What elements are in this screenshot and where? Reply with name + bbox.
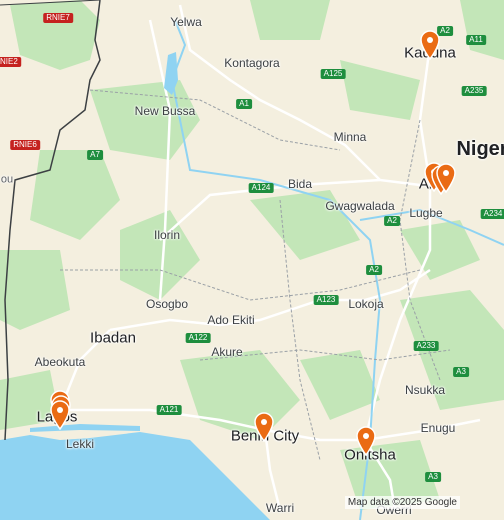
country-label-nigeria: Niger [456, 138, 504, 160]
ocean [0, 432, 270, 520]
place-label-bida: Bida [287, 177, 313, 191]
place-label-osogbo: Osogbo [145, 297, 189, 311]
location-marker-lagos-3[interactable] [49, 400, 71, 430]
place-label-yelwa: Yelwa [170, 15, 202, 29]
place-label-enugu: Enugu [420, 421, 456, 435]
road-shield-a2-mid: A2 [366, 265, 382, 275]
road-shield-rnie7: RNIE7 [43, 13, 73, 23]
road-shield-a124: A124 [248, 183, 274, 193]
location-marker-kaduna[interactable] [419, 30, 441, 60]
place-label-gwagwalada: Gwagwalada [325, 199, 395, 213]
map-canvas[interactable]: Yelwa Kontagora New Bussa Kaduna Minna N… [0, 0, 504, 520]
place-label-warri: Warri [265, 501, 295, 515]
place-label-abeokuta: Abeokuta [34, 355, 86, 369]
place-label-kontagora: Kontagora [224, 56, 280, 70]
road-shield-a121: A121 [156, 405, 182, 415]
place-label-lokoja: Lokoja [348, 297, 384, 311]
place-label-edge-ou: ou [0, 173, 14, 186]
road-shield-a122: A122 [185, 333, 211, 343]
road-shield-rnie2: RNIE2 [0, 57, 21, 67]
road-shield-a123: A123 [313, 295, 339, 305]
road-shield-a234: A234 [480, 209, 504, 219]
place-label-new-bussa: New Bussa [134, 104, 196, 118]
place-label-ibadan: Ibadan [90, 329, 136, 347]
location-marker-benin-city[interactable] [253, 412, 275, 442]
road-shield-rnie6: RNIE6 [10, 140, 40, 150]
road-shield-a2-abuja: A2 [384, 216, 400, 226]
place-label-lugbe: Lugbe [409, 206, 443, 220]
road-shield-a11: A11 [466, 35, 486, 45]
place-label-nsukka: Nsukka [404, 383, 446, 397]
place-label-lekki: Lekki [65, 437, 95, 451]
road-shield-a7: A7 [87, 150, 103, 160]
location-marker-onitsha[interactable] [355, 426, 377, 456]
road-shield-a3-south: A3 [425, 472, 441, 482]
road-shield-a125: A125 [320, 69, 346, 79]
map-attribution: Map data ©2025 Google [344, 496, 460, 509]
place-label-minna: Minna [333, 130, 367, 144]
place-label-ado-ekiti: Ado Ekiti [207, 313, 255, 327]
road-shield-a233: A233 [413, 341, 439, 351]
location-marker-abuja-3[interactable] [435, 163, 457, 193]
place-label-akure: Akure [211, 345, 243, 359]
place-label-ilorin: Ilorin [153, 228, 181, 242]
road-shield-a235: A235 [461, 86, 487, 96]
road-shield-a1: A1 [236, 99, 252, 109]
road-shield-a3-east: A3 [453, 367, 469, 377]
